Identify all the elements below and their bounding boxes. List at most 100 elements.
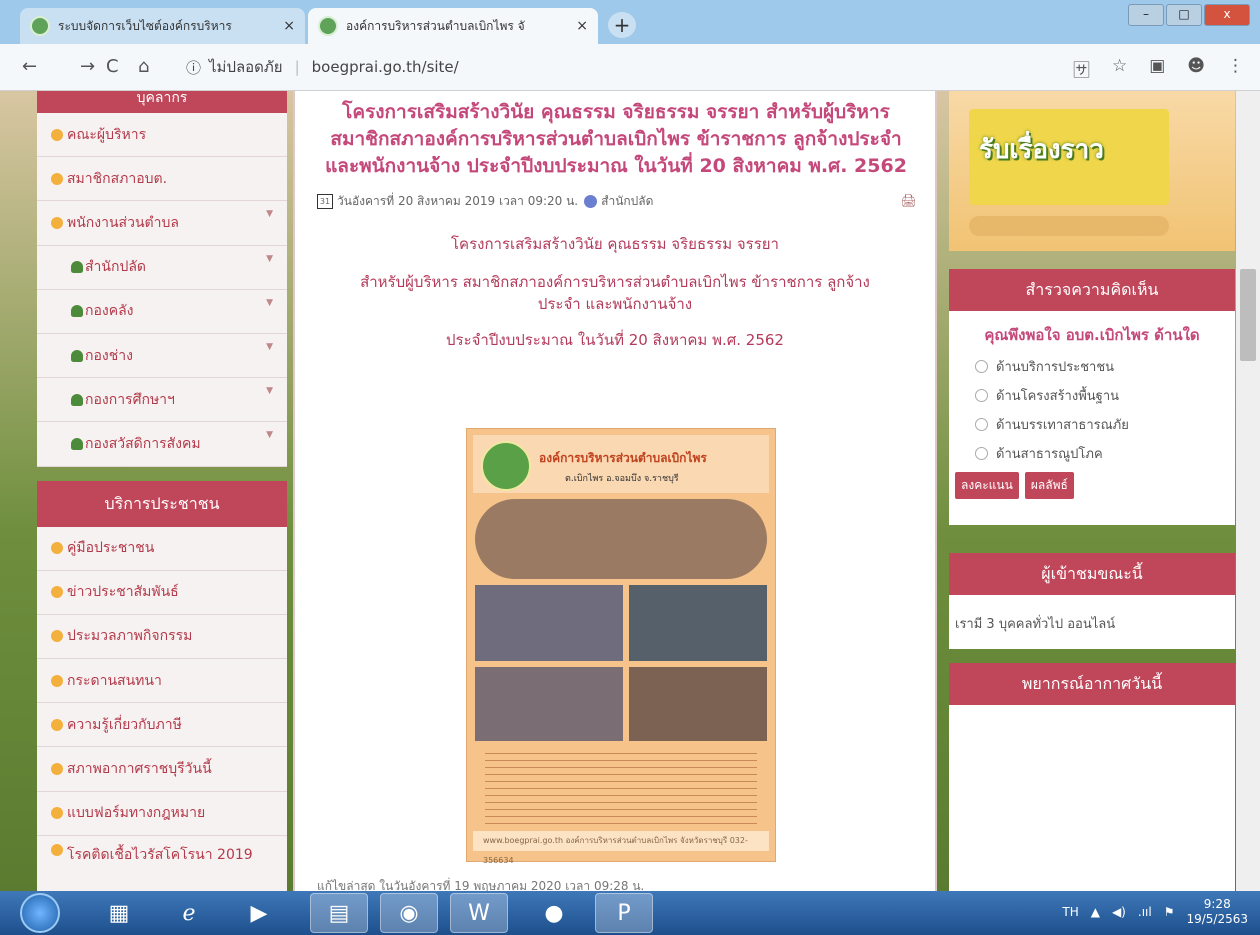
url-field[interactable]: ⓘ ไม่ปลอดภัย | boegprai.go.th/site/ (186, 52, 1026, 82)
home-icon[interactable]: ⌂ (138, 56, 149, 77)
menu-icon[interactable]: ⋮ (1227, 56, 1244, 81)
forward-icon[interactable]: → (80, 56, 95, 77)
club-bullet-icon (71, 305, 83, 318)
poster-subheading: ต.เบิกไพร อ.จอมบึง จ.ราชบุรี (565, 474, 679, 484)
poll-option[interactable]: ด้านบริการประชาชน (975, 356, 1235, 377)
article-meta: 31 วันอังคารที่ 20 สิงหาคม 2019 เวลา 09:… (317, 192, 917, 211)
flower-bullet-icon (51, 216, 63, 229)
folder-icon[interactable]: ▤ (310, 893, 368, 933)
radio-button[interactable] (975, 360, 988, 373)
browser-tab-admin[interactable]: ระบบจัดการเว็บไซต์องค์กรบริหาร × (20, 8, 305, 44)
new-tab-button[interactable]: + (608, 12, 636, 38)
extension-icon[interactable]: ▣ (1149, 56, 1165, 81)
author-icon (584, 195, 598, 208)
ie-icon[interactable]: ℯ (160, 893, 218, 933)
media-icon[interactable]: ▶ (230, 893, 288, 933)
poll-option[interactable]: ด้านบรรเทาสาธารณภัย (975, 414, 1235, 435)
services-header: บริการประชาชน (37, 480, 287, 527)
browser-tab-active[interactable]: องค์การบริหารส่วนตำบลเบิกไพร จั × (308, 8, 598, 44)
results-button[interactable]: ผลลัพธ์ (1024, 472, 1074, 499)
sidebar-item-service[interactable]: ประมวลภาพกิจกรรม (37, 614, 287, 660)
flower-bullet-icon (51, 763, 63, 776)
flower-bullet-icon (51, 128, 63, 141)
scrollbar-thumb[interactable] (1240, 269, 1256, 361)
sidebar-item-personnel[interactable]: กองสวัสดิการสังคม ▼ (37, 422, 287, 467)
article-paragraph: สำหรับผู้บริหาร สมาชิกสภาองค์การบริหารส่… (360, 273, 870, 313)
powerpoint-icon[interactable]: P (595, 893, 653, 933)
poll-option[interactable]: ด้านสาธารณูปโภค (975, 443, 1235, 464)
sidebar-item-service[interactable]: ความรู้เกี่ยวกับภาษี (37, 703, 287, 748)
poll-option-label: ด้านโครงสร้างพื้นฐาน (996, 389, 1120, 404)
clock-date: 19/5/2563 (1186, 912, 1248, 926)
tab-close-icon[interactable]: × (283, 18, 295, 34)
sidebar-item-service[interactable]: กระดานสนทนา (37, 659, 287, 704)
translate-icon[interactable]: 🈂 (1073, 56, 1090, 81)
poll-option[interactable]: ด้านโครงสร้างพื้นฐาน (975, 385, 1235, 406)
sao-logo (481, 441, 531, 491)
sidebar-item-service[interactable]: คู่มือประชาชน (37, 526, 287, 571)
browser-tab-strip: ระบบจัดการเว็บไซต์องค์กรบริหาร × องค์การ… (0, 0, 1260, 44)
submenu-caret-icon[interactable]: ▼ (266, 209, 273, 219)
sidebar-item-service[interactable]: โรคติดเชื้อไวรัสโคโรนา 2019 (37, 835, 287, 891)
sidebar-item-label: สำนักปลัด (85, 259, 147, 276)
action-center-icon[interactable]: ⚑ (1164, 905, 1175, 919)
complaint-banner[interactable]: รับเรื่องราว (949, 91, 1235, 251)
sidebar-item-personnel[interactable]: สมาชิกสภาอบต. (37, 157, 287, 202)
sidebar-item-service[interactable]: ข่าวประชาสัมพันธ์ (37, 570, 287, 615)
url-text[interactable]: boegprai.go.th/site/ (312, 58, 459, 76)
back-icon[interactable]: ← (22, 56, 37, 77)
online-header: ผู้เข้าชมขณะนี้ (949, 553, 1235, 595)
sidebar-item-personnel[interactable]: กองคลัง ▼ (37, 289, 287, 334)
sidebar-item-label: กระดานสนทนา (67, 672, 162, 689)
submenu-caret-icon[interactable]: ▼ (266, 298, 273, 308)
start-button[interactable] (20, 893, 60, 933)
language-indicator[interactable]: TH (1062, 905, 1078, 919)
sidebar-item-personnel[interactable]: กองช่าง ▼ (37, 333, 287, 379)
sidebar-item-personnel[interactable]: สำนักปลัด ▼ (37, 245, 287, 290)
volume-icon[interactable]: ◀) (1112, 905, 1126, 919)
radio-button[interactable] (975, 447, 988, 460)
radio-button[interactable] (975, 418, 988, 431)
site-favicon-icon (30, 16, 50, 36)
paint-icon[interactable]: ● (525, 893, 583, 933)
sidebar-item-label: กองการศึกษาฯ (85, 391, 175, 408)
sidebar-item-label: คู่มือประชาชน (67, 540, 155, 557)
chrome-icon[interactable]: ◉ (380, 893, 438, 933)
sidebar-item-label: โรคติดเชื้อไวรัสโคโรนา 2019 (67, 846, 253, 863)
sidebar-item-service[interactable]: แบบฟอร์มทางกฎหมาย (37, 791, 287, 836)
submenu-caret-icon[interactable]: ▼ (266, 254, 273, 264)
flower-bullet-icon (51, 172, 63, 185)
submenu-caret-icon[interactable]: ▼ (266, 386, 273, 396)
clock[interactable]: 9:28 19/5/2563 (1186, 897, 1248, 927)
maximize-button[interactable]: □ (1166, 4, 1202, 26)
sidebar-item-label: ข่าวประชาสัมพันธ์ (67, 584, 179, 601)
explorer-icon[interactable]: ▦ (90, 893, 148, 933)
show-hidden-icons-icon[interactable]: ▲ (1091, 905, 1100, 919)
star-icon[interactable]: ☆ (1112, 56, 1127, 81)
sidebar-item-label: พนักงานส่วนตำบล (67, 214, 179, 231)
info-icon[interactable]: ⓘ (186, 57, 201, 78)
print-icon[interactable]: 🖨 (900, 194, 917, 209)
group-photo (475, 499, 767, 579)
flower-bullet-icon (51, 674, 63, 687)
article-title[interactable]: โครงการเสริมสร้างวินัย คุณธรรม จริยธรรม … (311, 99, 921, 180)
vote-button[interactable]: ลงคะแนน (955, 472, 1019, 499)
submenu-caret-icon[interactable]: ▼ (266, 342, 273, 352)
page-scrollbar[interactable] (1236, 91, 1260, 891)
close-window-button[interactable]: x (1204, 4, 1250, 26)
personnel-menu: คณะผู้บริหาร สมาชิกสภาอบต. พนักงานส่วนตำบล… (37, 113, 287, 467)
toolbar-icons: 🈂 ☆ ▣ ☻ ⋮ (1073, 56, 1244, 81)
sidebar-item-personnel[interactable]: พนักงานส่วนตำบล ▼ (37, 201, 287, 246)
radio-button[interactable] (975, 389, 988, 402)
weather-box: พยากรณ์อากาศวันนี้ (949, 663, 1235, 891)
submenu-caret-icon[interactable]: ▼ (266, 430, 273, 440)
reload-icon[interactable]: C (106, 56, 119, 77)
word-icon[interactable]: W (450, 893, 508, 933)
tab-close-icon[interactable]: × (576, 18, 588, 34)
sidebar-item-personnel[interactable]: คณะผู้บริหาร (37, 113, 287, 158)
network-icon[interactable]: .ııl (1138, 905, 1152, 919)
sidebar-item-personnel[interactable]: กองการศึกษาฯ ▼ (37, 378, 287, 423)
account-icon[interactable]: ☻ (1187, 56, 1205, 81)
minimize-button[interactable]: – (1128, 4, 1164, 26)
sidebar-item-service[interactable]: สภาพอากาศราชบุรีวันนี้ (37, 747, 287, 792)
